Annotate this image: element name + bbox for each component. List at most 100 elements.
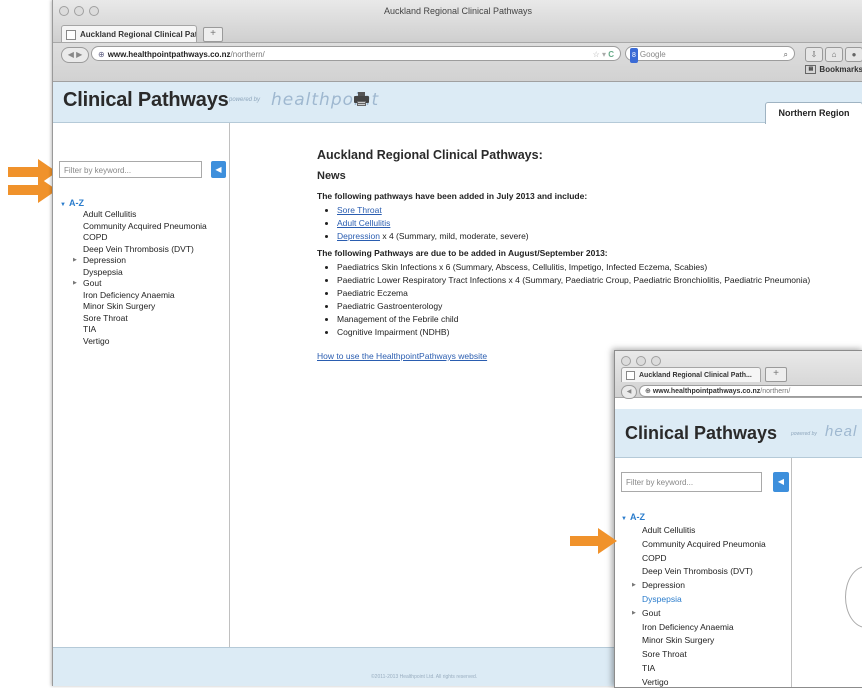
expand-triangle-icon: ▼	[60, 202, 66, 208]
sidebar-item[interactable]: Minor Skin Surgery	[83, 301, 207, 313]
title-bar: Auckland Regional Clinical Pathways Auck…	[53, 0, 862, 43]
sidebar-item[interactable]: Sore Throat	[83, 313, 207, 325]
pathway-link[interactable]: Depression	[337, 231, 380, 241]
inset-back-button: ◀	[621, 385, 637, 399]
list-item: Paediatrics Skin Infections x 6 (Summary…	[337, 261, 837, 274]
list-item: Cognitive Impairment (NDHB)	[337, 326, 837, 339]
inset-browser-window: Auckland Regional Clinical Path... + ◀ ⊕…	[614, 350, 862, 688]
inset-powered-by: powered by	[791, 431, 817, 437]
inset-sidebar-item: Sore Throat	[642, 649, 687, 660]
inset-globe-icon: ⊕	[645, 388, 653, 395]
arrow-annotation-icon	[8, 177, 57, 203]
search-field[interactable]: 8 Google ⌕	[625, 46, 795, 63]
back-forward-buttons[interactable]: ◀ ▶	[61, 47, 89, 63]
sidebar-item[interactable]: Deep Vein Thrombosis (DVT)	[83, 244, 207, 256]
news-heading: News	[317, 170, 346, 182]
inset-url-host: www.healthpointpathways.co.nz	[652, 388, 761, 395]
inset-site-header: Clinical Pathways powered by heal	[615, 409, 862, 458]
inset-decorative-circle	[845, 566, 862, 628]
page-title: Auckland Regional Clinical Pathways:	[317, 148, 543, 162]
inset-healthpoint-logo: heal	[825, 423, 858, 440]
window-title: Auckland Regional Clinical Pathways	[383, 6, 533, 16]
pathway-link[interactable]: Adult Cellulitis	[337, 218, 390, 228]
filter-input[interactable]: Filter by keyword...	[59, 161, 202, 178]
sidebar-item[interactable]: Gout	[73, 278, 207, 290]
az-label: A-Z	[68, 198, 84, 208]
search-engine-icon: 8	[630, 48, 638, 63]
bookmarks-icon: ▤	[805, 65, 817, 75]
filter-arrow-icon[interactable]: ◀	[211, 161, 226, 178]
list-item: Paediatric Lower Respiratory Tract Infec…	[337, 274, 837, 287]
az-heading[interactable]: ▼ A-Z	[60, 198, 84, 208]
sidebar-item[interactable]: Depression	[73, 255, 207, 267]
inset-sidebar-item: Community Acquired Pneumonia	[642, 538, 766, 549]
arrow-annotation-icon	[570, 528, 617, 554]
addon-button[interactable]: ●	[845, 47, 862, 62]
inset-az-heading: ▼ A-Z	[621, 512, 645, 522]
sidebar-item[interactable]: Dyspepsia	[83, 267, 207, 279]
download-button[interactable]: ⇩	[805, 47, 823, 62]
sidebar-item[interactable]: TIA	[83, 324, 207, 336]
new-tab-button[interactable]: +	[203, 27, 223, 42]
pathway-note: x 4 (Summary, mild, moderate, severe)	[380, 231, 529, 241]
reload-icon[interactable]: ☆ ▾ C	[593, 47, 614, 60]
inset-sidebar-item: Minor Skin Surgery	[642, 635, 715, 646]
inset-expand-triangle-icon: ▼	[621, 516, 627, 522]
inset-sidebar-item: TIA	[642, 662, 656, 673]
added-pathways-list: Sore Throat Adult Cellulitis Depression x …	[317, 204, 837, 243]
main-content: Auckland Regional Clinical Pathways: New…	[317, 148, 837, 361]
inset-sidebar-item: Depression	[632, 579, 766, 593]
inset-site-brand: Clinical Pathways	[625, 423, 778, 443]
browser-tab[interactable]: Auckland Regional Clinical Path...	[61, 25, 197, 42]
inset-pathway-list: Adult Cellulitis Community Acquired Pneum…	[632, 524, 766, 687]
inset-address-bar: ⊕ www.healthpointpathways.co.nz/northern…	[639, 385, 862, 397]
powered-by-label: powered by	[229, 97, 261, 103]
browser-tab-label: Auckland Regional Clinical Path...	[80, 30, 197, 39]
globe-icon: ⊕	[98, 50, 105, 59]
tab-northern-region[interactable]: Northern Region	[765, 102, 862, 124]
inset-tab-label: Auckland Regional Clinical Path...	[639, 372, 752, 379]
bookmarks-menu[interactable]: ▤ Bookmarks	[805, 65, 862, 75]
sidebar-item[interactable]: COPD	[83, 232, 207, 244]
site-brand[interactable]: Clinical Pathways	[63, 89, 229, 112]
inset-favicon-icon	[626, 370, 635, 380]
home-button[interactable]: ⌂	[825, 47, 843, 62]
bookmarks-label: Bookmarks	[819, 65, 862, 74]
inset-sidebar-item: COPD	[642, 552, 667, 563]
search-icon[interactable]: ⌕	[784, 47, 788, 62]
inset-sidebar-item: Gout	[632, 607, 766, 621]
sidebar-item[interactable]: Adult Cellulitis	[83, 209, 207, 221]
inset-browser-tab: Auckland Regional Clinical Path...	[621, 367, 761, 382]
inset-filter-input: Filter by keyword...	[621, 472, 762, 492]
site-header: Clinical Pathways powered by healthpoint…	[53, 82, 862, 124]
inset-sidebar-item: Deep Vein Thrombosis (DVT)	[642, 566, 753, 577]
inset-sidebar-item: Dyspepsia	[642, 593, 682, 604]
inset-sidebar-item: Iron Deficiency Anaemia	[642, 621, 734, 632]
inset-title-bar: Auckland Regional Clinical Path... + ◀ ⊕…	[615, 351, 862, 399]
inset-new-tab-button: +	[765, 367, 787, 382]
search-engine-label: Google	[639, 50, 666, 59]
url-host: www.healthpointpathways.co.nz	[107, 50, 231, 59]
sidebar-item[interactable]: Iron Deficiency Anaemia	[83, 290, 207, 302]
printer-icon[interactable]	[354, 92, 369, 106]
navigation-toolbar: ◀ ▶ ⊕ www.healthpointpathways.co.nz/north…	[53, 43, 862, 82]
list-item: Adult Cellulitis	[337, 217, 837, 230]
inset-filter-arrow-icon: ◀	[773, 472, 789, 492]
inset-url-path: /northern/	[760, 388, 791, 395]
added-intro: The following pathways have been added i…	[317, 191, 588, 201]
list-item: Sore Throat	[337, 204, 837, 217]
inset-az-label: A-Z	[629, 512, 645, 522]
sidebar: Filter by keyword... ◀ ▼ A-Z Adult Cellul…	[53, 123, 230, 648]
inset-minimize-dot	[636, 356, 646, 366]
upcoming-intro: The following Pathways are due to be add…	[317, 248, 608, 258]
pathway-link[interactable]: Sore Throat	[337, 205, 382, 215]
favicon-icon	[66, 29, 76, 40]
list-item: Paediatric Gastroenterology	[337, 300, 837, 313]
inset-zoom-dot	[651, 356, 661, 366]
sidebar-item[interactable]: Vertigo	[83, 336, 207, 348]
address-bar[interactable]: ⊕ www.healthpointpathways.co.nz/northern/…	[91, 46, 621, 61]
inset-sidebar: Filter by keyword... ◀ ▼ A-Z Adult Cellul…	[615, 458, 792, 687]
inset-close-dot	[621, 356, 631, 366]
inset-sidebar-item: Adult Cellulitis	[642, 525, 696, 535]
sidebar-item[interactable]: Community Acquired Pneumonia	[83, 221, 207, 233]
